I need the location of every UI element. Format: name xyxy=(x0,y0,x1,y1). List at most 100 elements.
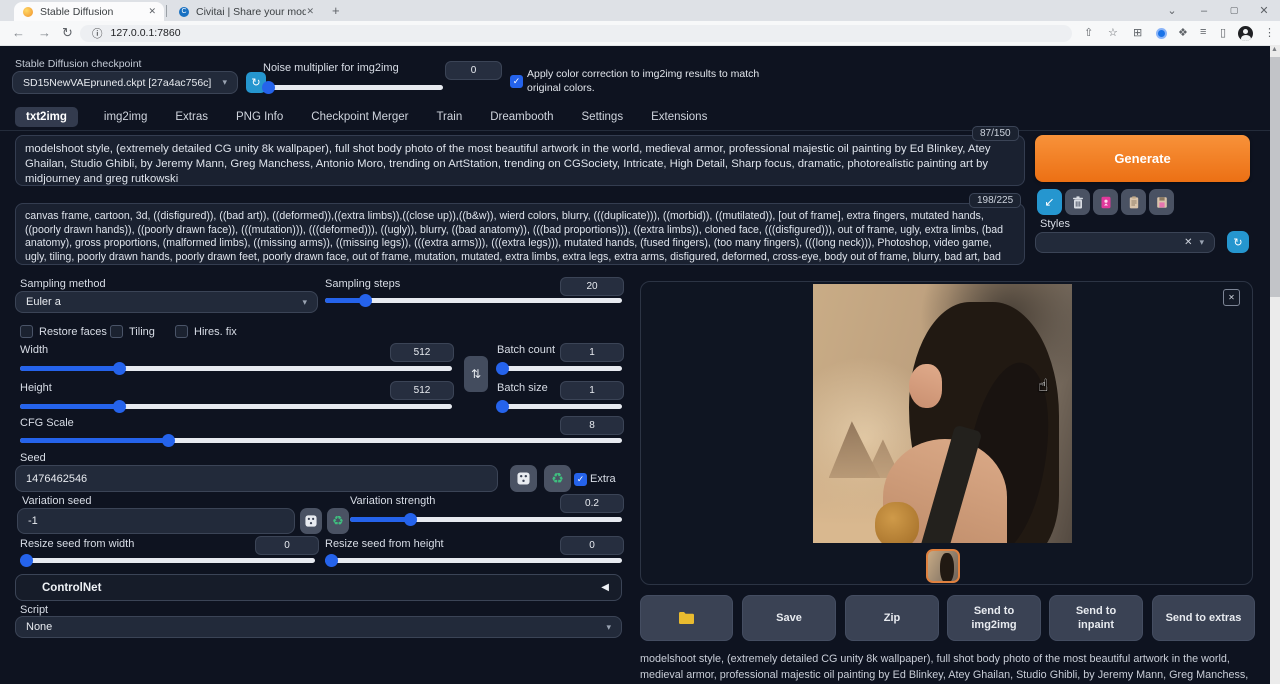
window-close-button[interactable]: ✕ xyxy=(1252,0,1276,21)
variation-strength-slider[interactable] xyxy=(350,517,622,522)
tab-close-icon[interactable]: ✕ xyxy=(306,6,314,17)
tab-dreambooth[interactable]: Dreambooth xyxy=(488,107,555,127)
generate-button[interactable]: Generate xyxy=(1035,135,1250,182)
batch-size-slider[interactable] xyxy=(497,404,622,409)
url-bar[interactable]: ⓘ 127.0.0.1:7860 xyxy=(80,25,1072,42)
variation-seed-input[interactable]: -1 xyxy=(17,508,295,534)
variation-strength-value[interactable]: 0.2 xyxy=(560,494,624,513)
sampling-steps-slider[interactable] xyxy=(325,298,622,303)
new-tab-button[interactable]: + xyxy=(332,3,340,18)
window-chevron-icon[interactable]: ⌄ xyxy=(1160,0,1184,21)
gallery-thumbnail-selected[interactable] xyxy=(926,549,960,583)
scrollbar-thumb[interactable] xyxy=(1270,57,1280,297)
tab-extras[interactable]: Extras xyxy=(173,107,210,127)
site-info-icon[interactable]: ⓘ xyxy=(92,26,103,41)
batch-size-value[interactable]: 1 xyxy=(560,381,624,400)
browser-menu-icon[interactable]: ⋮ xyxy=(1264,26,1275,39)
batch-count-value[interactable]: 1 xyxy=(560,343,624,362)
hires-fix-checkbox[interactable] xyxy=(175,325,188,338)
slider-handle[interactable] xyxy=(359,294,372,307)
close-gallery-button[interactable]: ✕ xyxy=(1223,289,1240,306)
resize-seed-width-value[interactable]: 0 xyxy=(255,536,319,555)
resize-seed-height-slider[interactable] xyxy=(325,558,622,563)
clear-prompt-button[interactable] xyxy=(1065,189,1090,215)
slider-handle[interactable] xyxy=(404,513,417,526)
generated-image[interactable] xyxy=(813,284,1072,543)
script-dropdown[interactable]: None ▾ xyxy=(15,616,622,638)
batch-count-slider[interactable] xyxy=(497,366,622,371)
tab-extensions[interactable]: Extensions xyxy=(649,107,709,127)
variation-random-seed-button[interactable] xyxy=(300,508,322,534)
send-to-img2img-button[interactable]: Send to img2img xyxy=(947,595,1041,641)
reload-icon[interactable]: ↻ xyxy=(62,25,73,41)
reading-list-icon[interactable]: ≡ xyxy=(1200,26,1206,38)
width-value[interactable]: 512 xyxy=(390,343,454,362)
seed-input[interactable]: 1476462546 xyxy=(15,465,498,492)
slider-handle[interactable] xyxy=(113,400,126,413)
noise-multiplier-slider[interactable] xyxy=(263,85,443,90)
tiling-checkbox[interactable] xyxy=(110,325,123,338)
save-style-button[interactable] xyxy=(1149,189,1174,215)
extension-dot-icon[interactable] xyxy=(1156,28,1167,39)
scrollbar-up-icon[interactable]: ▲ xyxy=(1271,46,1278,53)
controlnet-accordion[interactable]: ControlNet ◀ xyxy=(15,574,622,601)
window-minimize-button[interactable]: – xyxy=(1192,0,1216,21)
random-seed-button[interactable] xyxy=(510,465,537,492)
tab-settings[interactable]: Settings xyxy=(580,107,626,127)
send-to-extras-button[interactable]: Send to extras xyxy=(1152,595,1255,641)
extension-grid-icon[interactable]: ⊞ xyxy=(1133,26,1142,39)
slider-handle[interactable] xyxy=(496,362,509,375)
checkpoint-dropdown[interactable]: SD15NewVAEpruned.ckpt [27a4ac756c] ▾ xyxy=(12,71,238,94)
resize-seed-height-value[interactable]: 0 xyxy=(560,536,624,555)
share-icon[interactable]: ⇧ xyxy=(1084,26,1093,39)
extra-seed-checkbox[interactable]: ✓ xyxy=(574,473,587,486)
side-panel-icon[interactable]: ▯ xyxy=(1220,26,1226,39)
height-slider[interactable] xyxy=(20,404,452,409)
back-icon[interactable]: ← xyxy=(12,25,25,40)
noise-multiplier-value[interactable]: 0 xyxy=(445,61,502,80)
forward-icon[interactable]: → xyxy=(38,25,51,40)
negative-prompt-textarea[interactable]: canvas frame, cartoon, 3d, ((disfigured)… xyxy=(15,203,1025,265)
restore-faces-checkbox[interactable] xyxy=(20,325,33,338)
slider-handle[interactable] xyxy=(496,400,509,413)
save-button[interactable]: Save xyxy=(742,595,836,641)
browser-tab-civitai[interactable]: C Civitai | Share your models ✕ xyxy=(170,2,322,21)
slider-handle[interactable] xyxy=(113,362,126,375)
slider-handle[interactable] xyxy=(162,434,175,447)
tab-img2img[interactable]: img2img xyxy=(102,107,149,127)
cfg-scale-value[interactable]: 8 xyxy=(560,416,624,435)
refresh-styles-button[interactable]: ↻ xyxy=(1227,231,1249,253)
swap-dimensions-button[interactable]: ⇅ xyxy=(464,356,488,392)
styles-dropdown[interactable]: ✕ ▾ xyxy=(1035,232,1215,253)
window-maximize-button[interactable]: ▢ xyxy=(1222,0,1246,21)
height-value[interactable]: 512 xyxy=(390,381,454,400)
sampling-steps-value[interactable]: 20 xyxy=(560,277,624,296)
tab-txt2img[interactable]: txt2img xyxy=(15,107,78,127)
bookmark-star-icon[interactable]: ☆ xyxy=(1108,26,1118,39)
slider-handle[interactable] xyxy=(20,554,33,567)
width-slider[interactable] xyxy=(20,366,452,371)
tab-checkpoint-merger[interactable]: Checkpoint Merger xyxy=(309,107,410,127)
slider-handle[interactable] xyxy=(325,554,338,567)
open-folder-button[interactable] xyxy=(640,595,733,641)
send-to-inpaint-button[interactable]: Send to inpaint xyxy=(1049,595,1143,641)
apply-style-button[interactable] xyxy=(1121,189,1146,215)
resize-seed-width-slider[interactable] xyxy=(20,558,315,563)
zip-button[interactable]: Zip xyxy=(845,595,939,641)
tab-png-info[interactable]: PNG Info xyxy=(234,107,285,127)
slider-handle[interactable] xyxy=(262,81,275,94)
clear-icon[interactable]: ✕ xyxy=(1184,237,1192,248)
color-correction-checkbox[interactable]: ✓ xyxy=(510,75,523,88)
browser-tab-stable-diffusion[interactable]: Stable Diffusion ✕ xyxy=(14,2,164,21)
extra-networks-button[interactable] xyxy=(1093,189,1118,215)
extensions-puzzle-icon[interactable]: ❖ xyxy=(1178,26,1188,39)
paste-generation-params-button[interactable]: ↙ xyxy=(1037,189,1062,215)
reuse-seed-button[interactable]: ♻ xyxy=(544,465,571,492)
tab-train[interactable]: Train xyxy=(434,107,464,127)
cfg-scale-slider[interactable] xyxy=(20,438,622,443)
profile-avatar[interactable] xyxy=(1238,26,1253,41)
tab-close-icon[interactable]: ✕ xyxy=(148,6,156,17)
prompt-textarea[interactable]: modelshoot style, (extremely detailed CG… xyxy=(15,135,1025,186)
sampling-method-dropdown[interactable]: Euler a ▾ xyxy=(15,291,318,313)
variation-reuse-seed-button[interactable]: ♻ xyxy=(327,508,349,534)
